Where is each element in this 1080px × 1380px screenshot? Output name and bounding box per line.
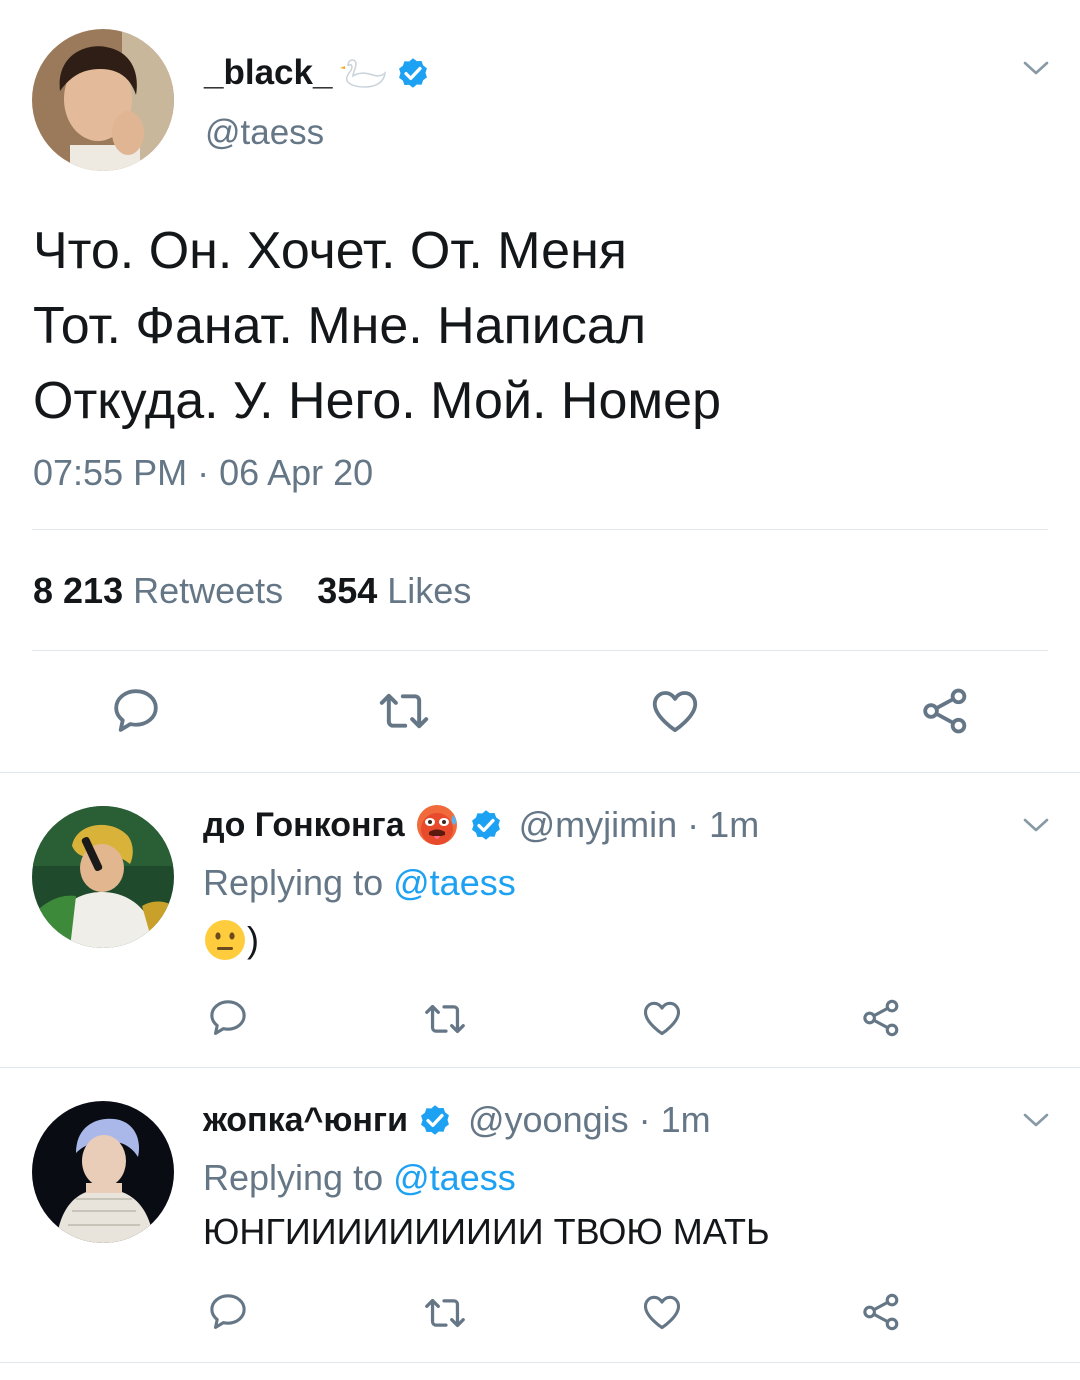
tweet-text-line: Тот. Фанат. Мне. Написал: [33, 297, 647, 355]
divider: [0, 1362, 1080, 1363]
like-button[interactable]: [640, 1290, 684, 1334]
share-button[interactable]: [859, 1290, 903, 1334]
tweet-text: Что. Он. Хочет. От. Меня Тот. Фанат. Мне.…: [33, 214, 721, 439]
share-icon: [859, 1290, 903, 1334]
like-icon: [648, 684, 702, 738]
chevron-down-icon[interactable]: [1021, 58, 1051, 78]
reply-text: ЮНГИИИИИИИИИИ ТВОЮ МАТЬ: [203, 1211, 770, 1252]
replying-to-link[interactable]: @taess: [393, 862, 516, 903]
reply-button[interactable]: [206, 996, 250, 1040]
tweet-stats: 8 213 Retweets 354 Likes: [33, 570, 471, 612]
divider: [0, 1067, 1080, 1068]
like-stat[interactable]: 354 Likes: [317, 570, 471, 612]
reply-button[interactable]: [206, 1290, 250, 1334]
share-icon: [859, 996, 903, 1040]
avatar[interactable]: [32, 1101, 174, 1243]
retweet-stat[interactable]: 8 213 Retweets: [33, 570, 283, 612]
reply-button[interactable]: [108, 683, 164, 739]
reply-handle-time[interactable]: @myjimin · 1m: [519, 804, 760, 846]
chevron-down-icon[interactable]: [1021, 1110, 1051, 1130]
reply-header: жопка^юнги @yoongis · 1m: [203, 1095, 711, 1145]
reply-icon: [206, 1290, 250, 1334]
like-button[interactable]: [647, 683, 703, 739]
like-button[interactable]: [640, 996, 684, 1040]
share-icon: [918, 684, 972, 738]
chevron-down-icon[interactable]: [1021, 815, 1051, 835]
like-count: 354: [317, 570, 378, 611]
retweet-button[interactable]: [422, 1290, 468, 1336]
replying-prefix: Replying to: [203, 1157, 384, 1198]
author-handle[interactable]: @taess: [205, 113, 324, 153]
author-name-row: _black_: [204, 48, 432, 98]
retweet-label: Retweets: [133, 570, 284, 611]
divider: [0, 772, 1080, 773]
retweet-count: 8 213: [33, 570, 124, 611]
reply-author-name[interactable]: до Гонконга: [203, 806, 405, 845]
like-icon: [640, 1290, 684, 1334]
swan-emoji: [336, 55, 387, 91]
reply-text: ): [203, 918, 259, 962]
reply-handle-time[interactable]: @yoongis · 1m: [468, 1099, 711, 1141]
replying-to-link[interactable]: @taess: [393, 1157, 516, 1198]
retweet-icon: [422, 996, 468, 1042]
verified-badge-icon: [467, 806, 505, 844]
divider: [32, 529, 1048, 530]
reply-author-name[interactable]: жопка^юнги: [203, 1101, 408, 1140]
verified-badge-icon: [416, 1101, 454, 1139]
reply-text-content: ): [247, 919, 259, 960]
replying-to: Replying to @taess: [203, 1157, 516, 1199]
share-button[interactable]: [917, 683, 973, 739]
replying-prefix: Replying to: [203, 862, 384, 903]
divider: [32, 650, 1048, 651]
neutral-face-emoji: [203, 918, 247, 962]
reply-icon: [109, 684, 163, 738]
share-button[interactable]: [859, 996, 903, 1040]
like-label: Likes: [387, 570, 472, 611]
tweet-text-line: Что. Он. Хочет. От. Меня: [33, 222, 627, 280]
tweet-text-line: Откуда. У. Него. Мой. Номер: [33, 372, 721, 430]
retweet-button[interactable]: [422, 996, 468, 1042]
retweet-icon: [376, 682, 432, 740]
like-icon: [640, 996, 684, 1040]
verified-badge-icon: [394, 54, 432, 92]
author-name[interactable]: _black_: [204, 53, 332, 93]
hot-face-emoji: [415, 803, 459, 847]
tweet-timestamp[interactable]: 07:55 PM · 06 Apr 20: [33, 452, 373, 494]
replying-to: Replying to @taess: [203, 862, 516, 904]
avatar[interactable]: [32, 29, 174, 171]
reply-icon: [206, 996, 250, 1040]
retweet-button[interactable]: [376, 683, 432, 739]
reply-header: до Гонконга @myjimin · 1m: [203, 800, 759, 850]
avatar[interactable]: [32, 806, 174, 948]
retweet-icon: [422, 1290, 468, 1336]
